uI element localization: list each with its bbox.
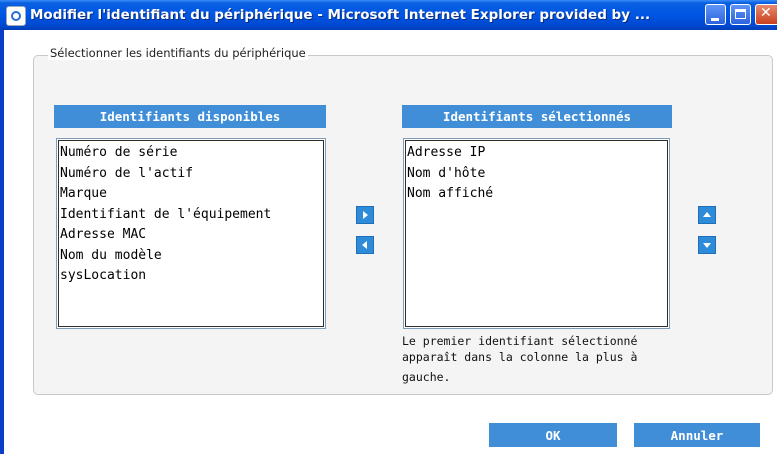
minimize-button[interactable] bbox=[705, 4, 726, 25]
move-down-button[interactable] bbox=[698, 236, 716, 254]
title-bar: Modifier l'identifiant du périphérique -… bbox=[0, 0, 777, 30]
list-item[interactable]: Adresse IP bbox=[407, 143, 666, 164]
ok-button[interactable]: OK bbox=[489, 423, 617, 447]
groupbox-legend: Sélectionner les identifiants du périphé… bbox=[48, 46, 308, 60]
order-note: Le premier identifiant sélectionné appar… bbox=[402, 333, 672, 385]
list-item[interactable]: Adresse MAC bbox=[60, 225, 322, 246]
note-line: gauche. bbox=[402, 370, 451, 384]
close-button[interactable] bbox=[755, 4, 777, 25]
list-item[interactable]: Numéro de l'actif bbox=[60, 164, 322, 185]
selected-listbox[interactable]: Adresse IP Nom d'hôte Nom affiché bbox=[403, 138, 670, 329]
cancel-button[interactable]: Annuler bbox=[634, 423, 760, 447]
note-line: apparaît dans la colonne la plus à bbox=[402, 350, 638, 364]
add-button[interactable] bbox=[356, 206, 374, 224]
arrow-left-icon bbox=[362, 241, 367, 249]
arrow-down-icon bbox=[703, 243, 711, 248]
maximize-button[interactable] bbox=[730, 4, 751, 25]
window-title: Modifier l'identifiant du périphérique -… bbox=[30, 7, 651, 23]
ie-icon bbox=[6, 6, 26, 26]
list-item[interactable]: Marque bbox=[60, 184, 322, 205]
available-header: Identifiants disponibles bbox=[54, 105, 326, 128]
arrow-right-icon bbox=[363, 211, 368, 219]
list-item[interactable]: Nom du modèle bbox=[60, 246, 322, 267]
list-item[interactable]: sysLocation bbox=[60, 266, 322, 287]
move-up-button[interactable] bbox=[698, 206, 716, 224]
remove-button[interactable] bbox=[356, 236, 374, 254]
arrow-up-icon bbox=[703, 212, 711, 217]
list-item[interactable]: Identifiant de l'équipement bbox=[60, 205, 322, 226]
note-line: Le premier identifiant sélectionné bbox=[402, 334, 638, 348]
list-item[interactable]: Nom d'hôte bbox=[407, 164, 666, 185]
available-listbox[interactable]: Numéro de série Numéro de l'actif Marque… bbox=[56, 138, 326, 329]
selected-header: Identifiants sélectionnés bbox=[402, 105, 672, 128]
list-item[interactable]: Numéro de série bbox=[60, 143, 322, 164]
list-item[interactable]: Nom affiché bbox=[407, 184, 666, 205]
